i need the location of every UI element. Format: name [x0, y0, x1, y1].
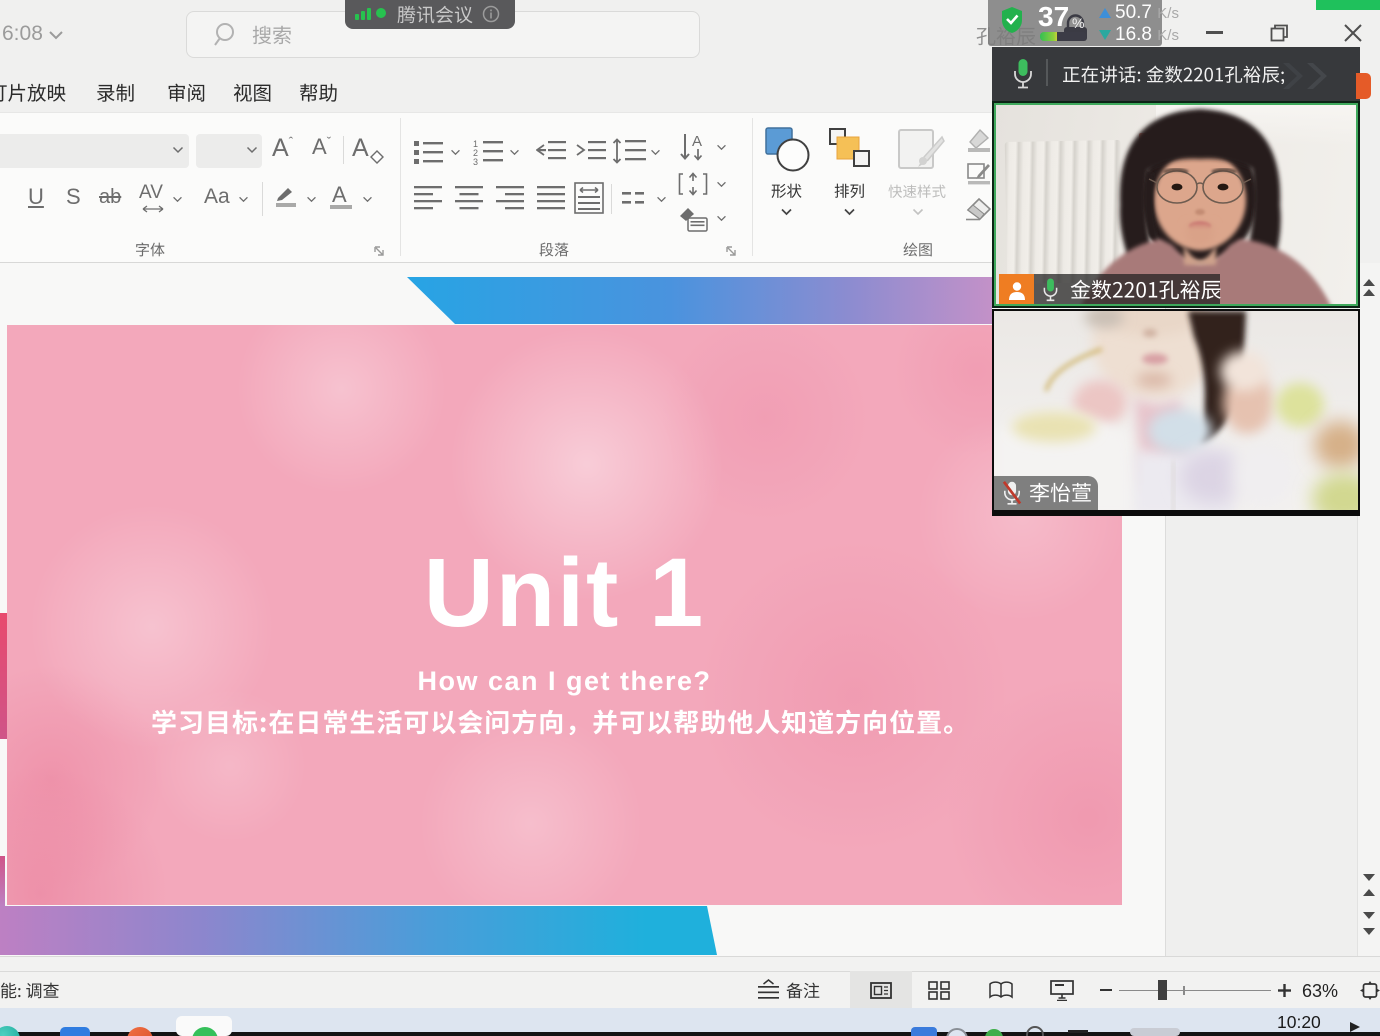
- svg-text:3: 3: [473, 157, 478, 166]
- svg-text:A: A: [692, 133, 702, 150]
